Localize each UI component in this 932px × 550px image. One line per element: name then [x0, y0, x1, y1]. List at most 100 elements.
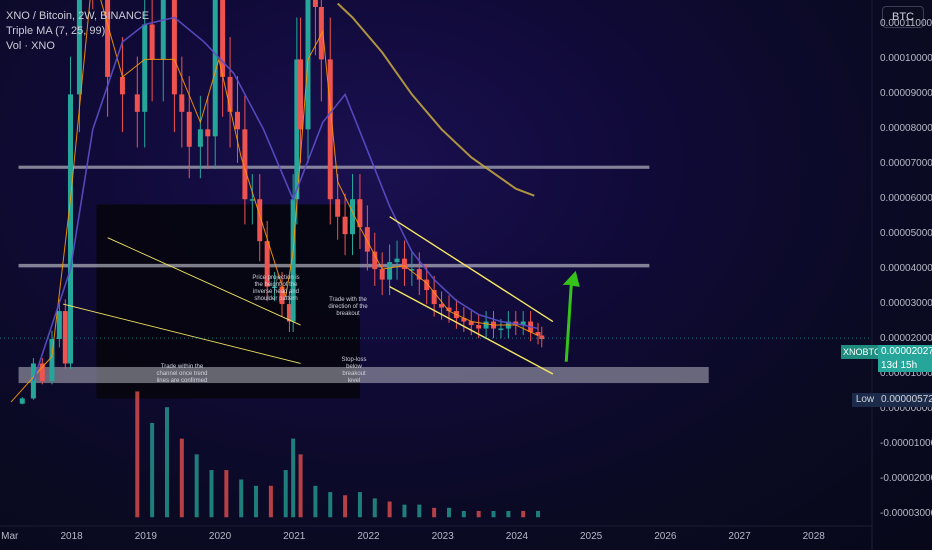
volume-bar: [239, 479, 244, 518]
y-tick-label: -0.00003000: [880, 507, 932, 519]
volume-bar: [135, 391, 140, 518]
y-tick-label: 0.00005000: [880, 228, 932, 240]
volume-bar: [461, 510, 466, 518]
volume-bar: [417, 504, 422, 518]
volume-bar: [521, 510, 526, 518]
y-tick-label: 0.00003000: [880, 298, 932, 310]
candle-body: [179, 94, 185, 112]
y-tick-label: 0.00010000: [880, 53, 932, 65]
countdown-tag: 13d 15h: [878, 359, 932, 372]
note-trade-direction: Trade with the direction of the breakout: [328, 297, 368, 317]
candle-body: [342, 216, 348, 235]
candle-body: [160, 0, 166, 60]
note-stop-loss: Stop-loss below breakout level: [341, 357, 367, 384]
volume-bar: [150, 422, 155, 518]
candle-body: [498, 328, 504, 331]
candle-body: [171, 0, 177, 95]
x-tick-label: 2021: [283, 531, 306, 542]
x-tick-label: 2027: [728, 531, 751, 542]
volume-bar: [291, 438, 296, 518]
candle-body: [119, 76, 125, 95]
candle-body: [56, 311, 62, 340]
indicator-volume[interactable]: Vol · XNO: [6, 39, 149, 54]
x-tick-label: 2018: [60, 531, 83, 542]
x-tick-label: 2019: [134, 531, 157, 542]
volume-bar: [328, 492, 333, 518]
y-tick-label: 0.00006000: [880, 193, 932, 205]
y-tick-label: 0.00002000: [880, 333, 932, 345]
horizontal-zone-1: [18, 263, 650, 268]
candle-body: [483, 321, 489, 329]
y-tick-label: 0.00004000: [880, 263, 932, 275]
low-price-tag: 0.00000572: [878, 393, 932, 407]
y-tick-label: 0.00007000: [880, 158, 932, 170]
candle-body: [68, 94, 74, 364]
volume-bar: [536, 510, 541, 518]
candle-body: [335, 199, 341, 217]
y-tick-label: 0.00009000: [880, 88, 932, 100]
volume-bar: [298, 454, 303, 518]
breakout-arrow: [562, 270, 580, 362]
candle-body: [149, 24, 155, 60]
x-tick-label: 2025: [579, 531, 603, 542]
symbol-line[interactable]: XNO / Bitcoin, 2W, BINANCE: [6, 9, 149, 24]
volume-bar: [506, 510, 511, 518]
y-tick-label: -0.00001000: [880, 437, 932, 449]
candle-body: [19, 398, 25, 404]
x-tick-label: 2023: [431, 531, 454, 542]
volume-bar: [343, 495, 348, 518]
candle-body: [387, 262, 393, 280]
low-label-tag: Low: [852, 393, 878, 407]
candle-body: [249, 199, 255, 201]
y-tick-label: 0.00008000: [880, 123, 932, 135]
x-tick-label: 2020: [208, 531, 232, 542]
volume-bar: [283, 470, 288, 518]
volume-bar: [254, 485, 259, 518]
volume-bar: [387, 501, 392, 518]
candle-body: [220, 0, 226, 77]
candle-body: [205, 129, 211, 137]
y-tick-label: 0.00011000: [880, 18, 932, 30]
candle-body: [134, 94, 140, 112]
candle-body: [197, 129, 203, 147]
volume-bar: [402, 504, 407, 518]
y-tick-label: -0.00002000: [880, 472, 932, 484]
note-trade-channel: Trade within the channel once trend line…: [156, 364, 208, 384]
volume-bar: [224, 470, 229, 518]
volume-bar: [194, 454, 199, 518]
candle-body: [39, 363, 45, 381]
x-tick-label: Mar: [1, 531, 19, 542]
horizontal-zone-0: [18, 165, 650, 169]
candle-body: [212, 0, 218, 137]
chart-legend: XNO / Bitcoin, 2W, BINANCE Triple MA (7,…: [6, 9, 149, 54]
x-tick-label: 2026: [654, 531, 677, 542]
candle-body: [298, 59, 304, 130]
chart-area[interactable]: XNO / Bitcoin, 2W, BINANCE Triple MA (7,…: [0, 0, 932, 550]
x-tick-label: 2024: [505, 531, 529, 542]
candle-body: [62, 311, 68, 364]
volume-bar: [476, 510, 481, 518]
candle-body: [327, 59, 333, 200]
note-price-projection: Price projection is the height of the in…: [252, 275, 300, 302]
candle-body: [186, 111, 192, 147]
volume-bar: [179, 438, 184, 518]
indicator-triple-ma[interactable]: Triple MA (7, 25, 99): [6, 24, 149, 39]
volume-bar: [432, 507, 437, 518]
volume-bar: [372, 498, 377, 518]
candle-body: [312, 0, 318, 7]
candle-body: [379, 269, 385, 280]
candle-body: [364, 227, 370, 252]
x-tick-label: 2028: [802, 531, 825, 542]
volume-bar: [164, 407, 169, 518]
price-chart[interactable]: [0, 0, 932, 550]
x-tick-label: 2022: [357, 531, 380, 542]
candle-body: [234, 111, 240, 130]
volume-bar: [357, 492, 362, 518]
volume-bar: [268, 485, 273, 518]
last-price-tag: 0.00002027: [878, 345, 932, 359]
volume-bar: [313, 485, 318, 518]
volume-bar: [446, 507, 451, 518]
volume-bar: [209, 470, 214, 518]
candle-body: [394, 258, 400, 263]
volume-bar: [491, 510, 496, 518]
